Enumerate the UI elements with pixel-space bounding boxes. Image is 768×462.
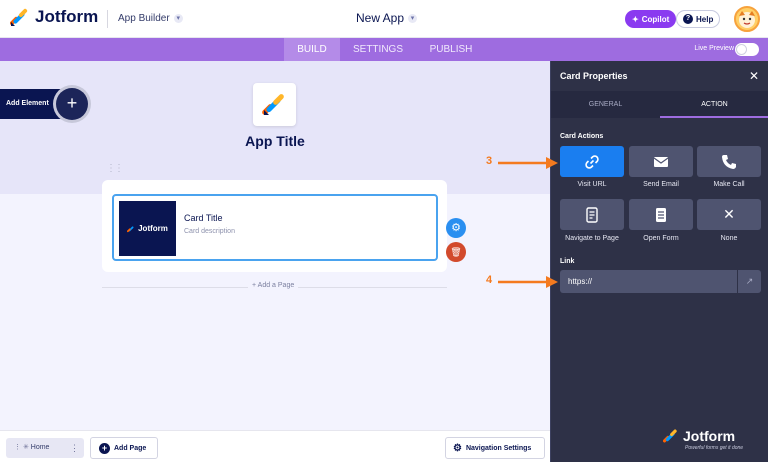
jotform-mark-icon — [10, 8, 28, 26]
form-icon — [656, 208, 666, 223]
app-canvas: Add Element + App Title Jotform Card Tit… — [0, 61, 550, 430]
plus-circle-icon: + — [99, 442, 110, 454]
navigation-settings-label: Navigation Settings — [465, 444, 532, 452]
add-page-label: Add Page — [114, 444, 147, 452]
brand-name: Jotform — [35, 7, 99, 26]
callout-number-4: 4 — [486, 274, 493, 286]
live-preview-label: Live Preview — [694, 45, 734, 52]
card-properties-panel: Card Properties ✕ GENERAL ACTION Card Ac… — [550, 61, 768, 462]
send-email-button[interactable] — [629, 146, 693, 177]
chevron-down-icon: ▾ — [173, 14, 183, 23]
more-options-icon[interactable]: ⋮ — [70, 438, 79, 458]
jotform-mark-icon — [262, 94, 284, 115]
add-a-page-link[interactable]: + Add a Page — [248, 282, 299, 289]
app-title[interactable]: App Title — [0, 133, 550, 149]
toggle-knob — [736, 44, 747, 55]
make-call-label: Make Call — [713, 181, 745, 188]
drag-handle-icon[interactable]: ⋮⋮ — [106, 163, 124, 174]
close-icon[interactable]: ✕ — [749, 61, 759, 91]
jotform-logo[interactable]: Jotform — [10, 7, 98, 27]
visit-url-button[interactable] — [560, 146, 624, 177]
card-element[interactable]: Jotform Card Title Card description — [112, 194, 438, 261]
tab-action[interactable]: ACTION — [660, 91, 768, 118]
page-icon — [586, 207, 598, 223]
top-bar: Jotform App Builder ▾ New App ▾ ✦ Copilo… — [0, 0, 768, 38]
phone-icon — [722, 155, 736, 170]
open-form-label: Open Form — [643, 235, 679, 242]
home-icon: ✳ — [22, 444, 29, 451]
callout-number-3: 3 — [486, 155, 493, 167]
app-name-dropdown[interactable]: New App ▾ — [356, 11, 418, 25]
none-action-label: None — [720, 235, 738, 242]
callout-arrow-4 — [498, 276, 558, 288]
jotform-mark-icon — [663, 429, 677, 443]
tab-publish[interactable]: PUBLISH — [420, 38, 482, 61]
copilot-label: Copilot — [641, 14, 670, 24]
visit-url-label: Visit URL — [577, 181, 607, 188]
panel-title: Card Properties — [560, 71, 628, 81]
drag-handle-icon: ⋮ — [14, 444, 21, 451]
open-form-button[interactable] — [629, 199, 693, 230]
navigate-to-page-button[interactable] — [560, 199, 624, 230]
app-icon[interactable] — [253, 83, 296, 126]
link-label: Link — [560, 258, 575, 265]
link-url-input[interactable]: https:// — [560, 270, 737, 293]
jotform-mark-icon — [127, 226, 134, 233]
make-call-button[interactable] — [697, 146, 761, 177]
card-image-brand: Jotform — [138, 224, 168, 233]
tab-settings[interactable]: SETTINGS — [346, 38, 410, 61]
copilot-button[interactable]: ✦ Copilot — [625, 10, 677, 28]
avatar-face-icon — [739, 11, 755, 28]
header-divider — [107, 10, 108, 28]
help-button[interactable]: ? Help — [676, 10, 721, 28]
add-page-button[interactable]: + Add Page — [90, 437, 158, 459]
navigation-settings-button[interactable]: ⚙ Navigation Settings — [445, 437, 545, 459]
footer-logo: Jotform — [663, 428, 735, 444]
page-tab-home[interactable]: ⋮ ✳ Home ⋮ — [6, 438, 84, 458]
gear-icon: ⚙ — [453, 442, 462, 454]
app-header-area[interactable]: Add Element + App Title — [0, 61, 550, 194]
help-label: Help — [696, 14, 714, 24]
home-label: Home — [30, 444, 50, 451]
chevron-down-icon: ▾ — [408, 13, 418, 23]
avatar[interactable] — [734, 6, 760, 32]
envelope-icon — [653, 157, 669, 168]
callout-arrow-3 — [498, 157, 558, 169]
footer-tagline: Powerful forms get it done — [685, 445, 744, 451]
trash-icon[interactable]: 🗑 — [446, 242, 466, 262]
card-title: Card Title — [184, 213, 223, 223]
gear-icon[interactable]: ⚙ — [446, 218, 466, 238]
app-name-label: New App — [356, 11, 405, 25]
app-builder-dropdown[interactable]: App Builder ▾ — [118, 13, 183, 24]
builder-tab-bar: BUILD SETTINGS PUBLISH Live Preview — [0, 38, 768, 61]
none-action-button[interactable]: ✕ — [697, 199, 761, 230]
add-element-plus-icon[interactable]: + — [56, 88, 88, 120]
question-icon: ? — [683, 14, 693, 24]
card-actions-label: Card Actions — [560, 133, 604, 140]
card-container: Jotform Card Title Card description — [102, 180, 447, 272]
x-icon: ✕ — [723, 206, 735, 222]
link-icon — [585, 155, 599, 170]
panel-tabs: GENERAL ACTION — [551, 91, 768, 118]
tab-general[interactable]: GENERAL — [551, 91, 660, 118]
page-navigation-bar: ⋮ ✳ Home ⋮ + Add Page ⚙ Navigation Setti… — [0, 430, 550, 462]
card-image: Jotform — [119, 201, 176, 256]
footer-brand: Jotform — [683, 428, 736, 444]
card-description: Card description — [184, 228, 235, 235]
live-preview-toggle[interactable] — [735, 43, 759, 56]
sparkle-icon: ✦ — [632, 14, 639, 24]
tab-build[interactable]: BUILD — [284, 38, 340, 61]
send-email-label: Send Email — [643, 181, 679, 188]
navigate-to-page-label: Navigate to Page — [565, 235, 619, 242]
app-builder-label: App Builder — [118, 13, 170, 24]
external-link-icon[interactable]: ↗ — [738, 270, 761, 293]
